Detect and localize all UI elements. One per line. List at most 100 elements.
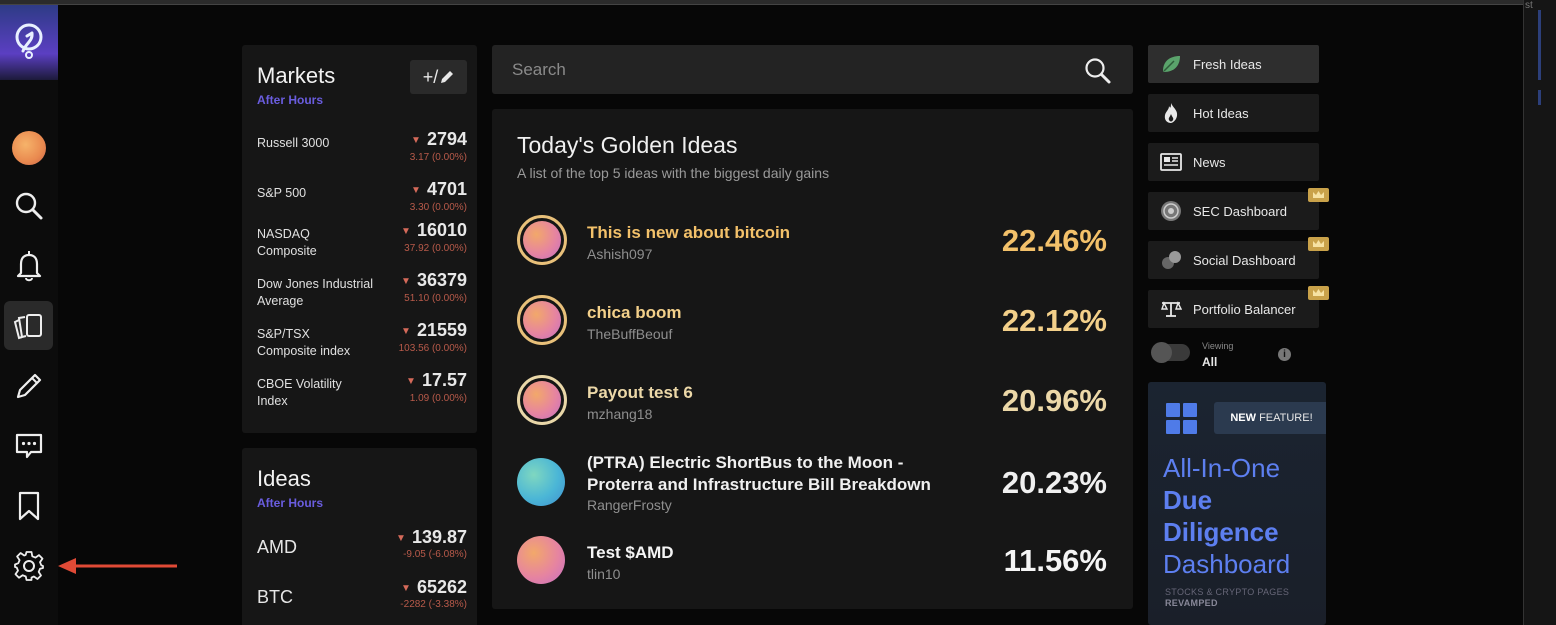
chat-icon	[15, 433, 42, 458]
market-value: ▼ 4701	[411, 179, 467, 199]
nav-search[interactable]	[4, 181, 53, 230]
promo-line: All-In-One	[1163, 453, 1281, 483]
viewing-value: All	[1202, 355, 1218, 369]
window-edge-strip: st	[1523, 0, 1556, 625]
balance-icon	[1161, 301, 1182, 317]
nav-write[interactable]	[4, 361, 53, 410]
market-row[interactable]: S&P/TSX Composite index ▼ 21559 103.56 (0…	[257, 320, 467, 370]
golden-ideas-card: Today's Golden Ideas A list of the top 5…	[492, 109, 1133, 609]
hot-ideas-label: Hot Ideas	[1193, 106, 1249, 121]
portfolio-balancer-label: Portfolio Balancer	[1193, 302, 1296, 317]
market-change: 3.30 (0.00%)	[409, 202, 467, 213]
nav-settings[interactable]	[4, 541, 53, 590]
logo[interactable]	[0, 5, 58, 80]
idea-title[interactable]: Test $AMD	[587, 543, 674, 563]
flame-icon	[1164, 103, 1178, 123]
nav-profile[interactable]	[4, 123, 53, 172]
idea-title[interactable]: (PTRA) Electric ShortBus to the Moon - P…	[587, 452, 967, 496]
idea-title[interactable]: This is new about bitcoin	[587, 223, 790, 243]
author-avatar	[517, 375, 567, 425]
markets-card: Markets After Hours +/ Russell 3000 ▼ 279…	[242, 45, 477, 433]
sec-dashboard-button[interactable]: SEC Dashboard	[1148, 192, 1319, 230]
edit-markets-label: +/	[422, 66, 439, 87]
idea-title[interactable]: Payout test 6	[587, 383, 693, 403]
bookmark-icon	[18, 491, 39, 520]
edge-text: st	[1525, 0, 1533, 11]
market-change: 37.92 (0.00%)	[404, 243, 467, 254]
hot-ideas-button[interactable]: Hot Ideas	[1148, 94, 1319, 132]
nav-notifications[interactable]	[4, 241, 53, 290]
market-row[interactable]: Dow Jones Industrial Average ▼ 36379 51.1…	[257, 270, 467, 320]
search-input[interactable]	[492, 45, 1072, 94]
ticker-change: -9.05 (-6.08%)	[403, 549, 467, 560]
premium-crown-icon	[1308, 286, 1329, 300]
down-arrow-icon: ▼	[411, 184, 421, 196]
promo-banner[interactable]: NEW FEATURE! All-In-One Due Diligence Da…	[1148, 382, 1326, 625]
market-row[interactable]: CBOE Volatility Index ▼ 17.57 1.09 (0.00%…	[257, 370, 467, 420]
ticker-change: -2282 (-3.38%)	[400, 599, 467, 610]
author-avatar	[517, 215, 567, 265]
premium-crown-icon	[1308, 237, 1329, 251]
nav-bookmarks[interactable]	[4, 481, 53, 530]
search-icon[interactable]	[1084, 57, 1112, 85]
golden-ideas-subtitle: A list of the top 5 ideas with the bigge…	[517, 165, 830, 181]
golden-idea-row[interactable]: (PTRA) Electric ShortBus to the Moon - P…	[517, 449, 1107, 519]
market-value: ▼ 17.57	[406, 370, 467, 390]
gear-icon	[13, 550, 44, 581]
ticker-value: ▼ 65262	[401, 577, 467, 597]
market-row[interactable]: Russell 3000 ▼ 2794 3.17 (0.00%)	[257, 129, 467, 179]
golden-idea-row[interactable]: Test $AMD tlin10 11.56%	[517, 534, 1107, 594]
edit-markets-button[interactable]: +/	[410, 60, 467, 94]
ideas-subtitle: After Hours	[257, 496, 324, 510]
golden-idea-row[interactable]: chica boom TheBuffBeouf 22.12%	[517, 294, 1107, 354]
idea-author[interactable]: tlin10	[587, 566, 620, 582]
social-dashboard-button[interactable]: Social Dashboard	[1148, 241, 1319, 279]
dashboard-grid-icon	[1166, 403, 1197, 434]
author-avatar	[517, 536, 567, 586]
idea-gain: 20.23%	[1001, 465, 1107, 500]
idea-ticker-row[interactable]: AMD ▼ 139.87 -9.05 (-6.08%)	[257, 527, 467, 577]
promo-line: Diligence	[1163, 517, 1279, 547]
down-arrow-icon: ▼	[406, 375, 416, 387]
idea-author[interactable]: RangerFrosty	[587, 497, 672, 513]
market-name: Dow Jones Industrial Average	[257, 277, 374, 308]
idea-author[interactable]: Ashish097	[587, 246, 652, 262]
idea-author[interactable]: mzhang18	[587, 406, 652, 422]
idea-title[interactable]: chica boom	[587, 303, 681, 323]
ideas-card: Ideas After Hours AMD ▼ 139.87 -9.05 (-6.…	[242, 448, 477, 625]
fresh-ideas-button[interactable]: Fresh Ideas	[1148, 45, 1319, 83]
author-avatar	[517, 458, 567, 508]
market-row[interactable]: NASDAQ Composite ▼ 16010 37.92 (0.00%)	[257, 220, 467, 270]
idea-ticker-row[interactable]: BTC ▼ 65262 -2282 (-3.38%)	[257, 577, 467, 625]
user-avatar-icon	[11, 130, 46, 165]
markets-subtitle: After Hours	[257, 93, 324, 107]
market-value: ▼ 21559	[401, 320, 467, 340]
market-name: Russell 3000	[257, 136, 330, 150]
search-icon	[15, 192, 42, 219]
search-bar	[492, 45, 1133, 94]
idea-author[interactable]: TheBuffBeouf	[587, 326, 672, 342]
social-dashboard-label: Social Dashboard	[1193, 253, 1296, 268]
market-name: NASDAQ Composite	[257, 227, 317, 258]
down-arrow-icon: ▼	[401, 225, 411, 237]
golden-idea-row[interactable]: This is new about bitcoin Ashish097 22.4…	[517, 214, 1107, 274]
nav-ideas[interactable]	[4, 301, 53, 350]
social-icon	[1162, 251, 1181, 269]
golden-idea-row[interactable]: Payout test 6 mzhang18 20.96%	[517, 374, 1107, 434]
news-button[interactable]: News	[1148, 143, 1319, 181]
idea-gain: 20.96%	[1001, 383, 1107, 418]
nav-messages[interactable]	[4, 421, 53, 470]
info-icon[interactable]: i	[1278, 348, 1291, 361]
ticker-value: ▼ 139.87	[396, 527, 467, 547]
promo-line: Dashboard	[1163, 549, 1291, 579]
idea-gain: 22.46%	[1001, 223, 1107, 258]
viewing-toggle[interactable]	[1151, 342, 1190, 363]
market-change: 51.10 (0.00%)	[404, 293, 467, 304]
market-change: 1.09 (0.00%)	[409, 393, 467, 404]
logo-icon	[15, 23, 43, 59]
pointer-arrow-icon	[58, 558, 177, 574]
app-window: Markets After Hours +/ Russell 3000 ▼ 279…	[0, 0, 1556, 625]
market-name: S&P/TSX Composite index	[257, 327, 351, 358]
portfolio-balancer-button[interactable]: Portfolio Balancer	[1148, 290, 1319, 328]
fresh-ideas-label: Fresh Ideas	[1193, 57, 1262, 72]
